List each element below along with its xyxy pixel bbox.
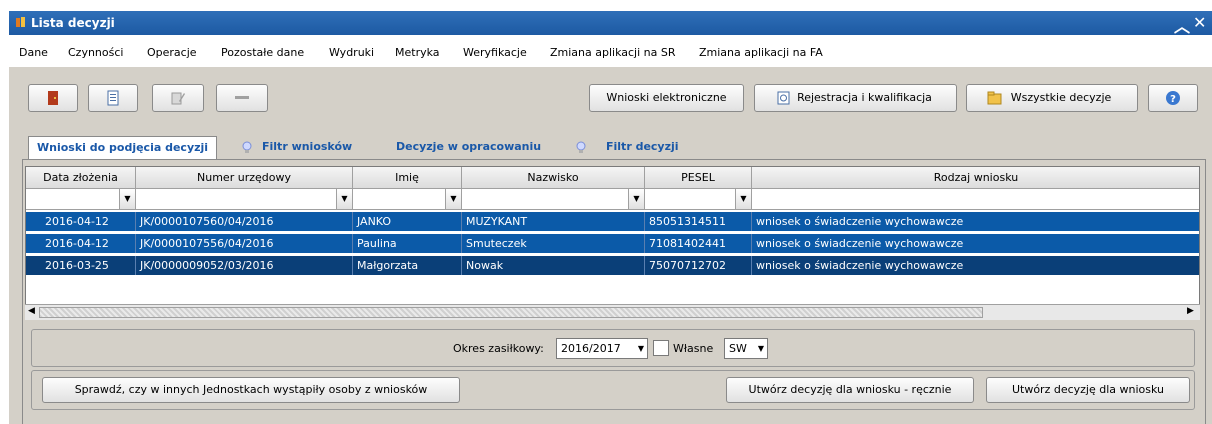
- cell-data: 2016-04-12: [26, 234, 136, 253]
- cell-numer: JK/0000107560/04/2016: [136, 212, 353, 231]
- cell-nazwisko: Smuteczek: [462, 234, 645, 253]
- menu-operacje[interactable]: Operacje: [147, 46, 197, 59]
- okres-label: Okres zasiłkowy:: [453, 342, 544, 355]
- okres-select[interactable]: 2016/2017 ▼: [556, 338, 648, 359]
- svg-text:?: ?: [1170, 94, 1176, 105]
- cell-imie: Małgorzata: [353, 256, 462, 275]
- edit-button[interactable]: [88, 84, 138, 112]
- rejestracja-label: Rejestracja i kwalifikacja: [797, 91, 932, 104]
- col-header-rodzaj[interactable]: Rodzaj wniosku: [752, 167, 1199, 189]
- sw-value: SW: [729, 342, 747, 355]
- col-header-data[interactable]: Data złożenia: [26, 167, 136, 189]
- filter-pesel[interactable]: ▼: [645, 189, 752, 210]
- cell-nazwisko: Nowak: [462, 256, 645, 275]
- cell-pesel: 85051314511: [645, 212, 752, 231]
- wlasne-checkbox[interactable]: [653, 340, 669, 356]
- modify-button[interactable]: [152, 84, 204, 112]
- scroll-thumb[interactable]: [39, 307, 983, 318]
- scroll-left-icon[interactable]: ◀: [28, 306, 35, 316]
- filter-data[interactable]: ▼: [26, 189, 136, 210]
- tab-filtr-wnioskow[interactable]: Filtr wniosków: [256, 136, 358, 159]
- menu-pozostale-dane[interactable]: Pozostałe dane: [221, 46, 304, 59]
- dropdown-arrow-icon[interactable]: ▼: [445, 189, 461, 209]
- col-header-pesel[interactable]: PESEL: [645, 167, 752, 189]
- okres-value: 2016/2017: [561, 342, 621, 355]
- exit-button[interactable]: [28, 84, 78, 112]
- door-icon: [48, 91, 58, 105]
- wlasne-label: Własne: [673, 342, 714, 355]
- cell-rodzaj: wniosek o świadczenie wychowawcze: [752, 256, 1199, 275]
- cell-data: 2016-03-25: [26, 256, 136, 275]
- dropdown-arrow-icon[interactable]: ▼: [735, 189, 751, 209]
- menu-weryfikacje[interactable]: Weryfikacje: [463, 46, 527, 59]
- table-row[interactable]: 2016-03-25 JK/0000009052/03/2016 Małgorz…: [26, 256, 1199, 275]
- cell-rodzaj: wniosek o świadczenie wychowawcze: [752, 234, 1199, 253]
- decisions-table: Data złożenia Numer urzędowy Imię Nazwis…: [25, 166, 1200, 320]
- sw-select[interactable]: SW ▼: [724, 338, 768, 359]
- filter-imie[interactable]: ▼: [353, 189, 462, 210]
- filter-rodzaj[interactable]: [752, 189, 1199, 210]
- dropdown-arrow-icon: ▼: [637, 344, 644, 353]
- form-icon: [777, 91, 790, 105]
- table-row[interactable]: 2016-04-12 JK/0000107556/04/2016 Paulina…: [26, 234, 1199, 253]
- cell-pesel: 75070712702: [645, 256, 752, 275]
- cell-numer: JK/0000009052/03/2016: [136, 256, 353, 275]
- tab-filtr-decyzji[interactable]: Filtr decyzji: [600, 136, 685, 159]
- sprawdz-button[interactable]: Sprawdź, czy w innych Jednostkach wystąp…: [42, 377, 460, 403]
- rejestracja-button[interactable]: Rejestracja i kwalifikacja: [754, 84, 957, 112]
- scroll-right-icon[interactable]: ▶: [1187, 306, 1194, 316]
- filter-numer[interactable]: ▼: [136, 189, 353, 210]
- horizontal-scrollbar[interactable]: ◀ ▶: [25, 304, 1200, 320]
- window-title-bar: Lista decyzji ︿ ✕: [9, 11, 1212, 37]
- col-header-imie[interactable]: Imię: [353, 167, 462, 189]
- menu-czynnosci[interactable]: Czynności: [68, 46, 123, 59]
- cell-data: 2016-04-12: [26, 212, 136, 231]
- cell-numer: JK/0000107556/04/2016: [136, 234, 353, 253]
- cell-imie: Paulina: [353, 234, 462, 253]
- tab-decyzje-w-opracowaniu[interactable]: Decyzje w opracowaniu: [390, 136, 547, 159]
- cell-pesel: 71081402441: [645, 234, 752, 253]
- help-button[interactable]: ?: [1148, 84, 1198, 112]
- menu-wydruki[interactable]: Wydruki: [329, 46, 374, 59]
- folder-icon: [987, 91, 1002, 105]
- pencil-icon: [171, 92, 185, 105]
- cell-imie: JANKO: [353, 212, 462, 231]
- dropdown-arrow-icon: ▼: [757, 344, 764, 353]
- utworz-button[interactable]: Utwórz decyzję dla wniosku: [986, 377, 1190, 403]
- cell-nazwisko: MUZYKANT: [462, 212, 645, 231]
- col-header-numer[interactable]: Numer urzędowy: [136, 167, 353, 189]
- dropdown-arrow-icon[interactable]: ▼: [119, 189, 135, 209]
- utworz-recznie-button[interactable]: Utwórz decyzję dla wniosku - ręcznie: [726, 377, 974, 403]
- wnioski-elektroniczne-button[interactable]: Wnioski elektroniczne: [589, 84, 744, 112]
- col-header-nazwisko[interactable]: Nazwisko: [462, 167, 645, 189]
- app-icon: [16, 17, 25, 27]
- remove-button[interactable]: [216, 84, 268, 112]
- minus-icon: [235, 96, 249, 99]
- window-title: Lista decyzji: [31, 16, 115, 30]
- menu-zmiana-sr[interactable]: Zmiana aplikacji na SR: [550, 46, 676, 59]
- dropdown-arrow-icon[interactable]: ▼: [628, 189, 644, 209]
- document-icon: [107, 90, 119, 106]
- menu-zmiana-fa[interactable]: Zmiana aplikacji na FA: [699, 46, 823, 59]
- menu-bar: Dane Czynności Operacje Pozostałe dane W…: [9, 37, 1212, 67]
- tab-wnioski-do-podjecia[interactable]: Wnioski do podjęcia decyzji: [28, 136, 218, 159]
- lightbulb-icon: [242, 141, 252, 153]
- filter-nazwisko[interactable]: ▼: [462, 189, 645, 210]
- cell-rodzaj: wniosek o świadczenie wychowawcze: [752, 212, 1199, 231]
- menu-metryka[interactable]: Metryka: [395, 46, 440, 59]
- menu-dane[interactable]: Dane: [19, 46, 48, 59]
- table-row[interactable]: 2016-04-12 JK/0000107560/04/2016 JANKO M…: [26, 212, 1199, 231]
- close-icon[interactable]: ✕: [1193, 13, 1206, 32]
- wszystkie-decyzje-label: Wszystkie decyzje: [1010, 91, 1112, 104]
- lightbulb-icon: [576, 141, 586, 153]
- collapse-icon[interactable]: ︿: [1174, 13, 1190, 37]
- wszystkie-decyzje-button[interactable]: Wszystkie decyzje: [966, 84, 1138, 112]
- help-icon: ?: [1166, 91, 1180, 105]
- dropdown-arrow-icon[interactable]: ▼: [336, 189, 352, 209]
